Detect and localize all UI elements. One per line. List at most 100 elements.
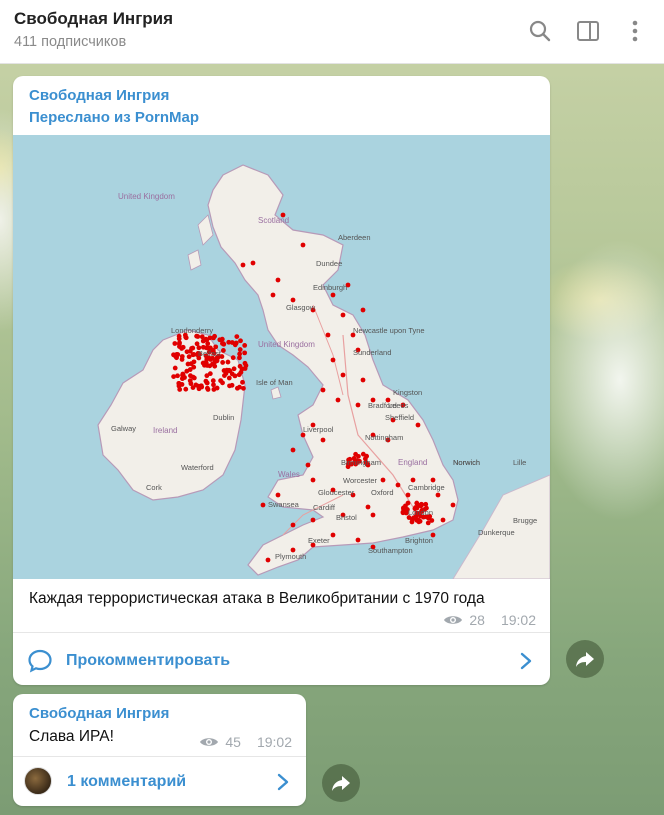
map-label: Leeds — [388, 401, 409, 410]
map-label: Belfast — [198, 349, 222, 358]
attack-dot — [211, 335, 216, 341]
attack-dot — [232, 373, 238, 379]
attack-dot — [414, 500, 420, 506]
attack-dot — [210, 361, 215, 367]
map-label: Brighton — [405, 536, 433, 545]
attack-dot — [179, 354, 185, 359]
search-icon[interactable] — [527, 18, 553, 44]
map-label: Birmingham — [341, 458, 381, 467]
attack-dot — [310, 477, 316, 483]
attack-dot — [199, 334, 205, 340]
attack-dot — [210, 378, 216, 384]
attached-map-image[interactable]: United Kingdom Scotland Aberdeen Dundee Edin… — [13, 135, 550, 579]
map-label: Wales — [278, 470, 300, 479]
attack-dot — [224, 367, 230, 373]
map-label: Swansea — [268, 500, 300, 509]
attack-dot — [410, 477, 416, 483]
attack-dot — [240, 379, 245, 385]
map-label: Waterford — [181, 463, 214, 472]
share-button[interactable] — [566, 640, 604, 678]
map-label: Galway — [111, 424, 136, 433]
attack-dot — [172, 365, 178, 371]
message-author[interactable]: Свободная Ингрия — [29, 705, 169, 722]
attack-dot — [450, 502, 456, 508]
attack-dot — [340, 312, 346, 318]
chevron-right-icon[interactable] — [275, 772, 291, 797]
map-label: Bristol — [336, 513, 357, 522]
more-vert-icon[interactable] — [622, 18, 648, 44]
attack-dot — [226, 375, 232, 381]
comment-label: 1 комментарий — [67, 773, 187, 790]
map-label: Plymouth — [275, 552, 306, 561]
attack-dot — [265, 557, 271, 563]
map-label: Sunderland — [353, 348, 391, 357]
map-label: Londonderry — [171, 326, 213, 335]
map-label: London — [408, 508, 433, 517]
map-label: United Kingdom — [258, 340, 315, 349]
channel-title[interactable]: Свободная Ингрия — [14, 9, 173, 29]
attack-dot — [204, 363, 210, 368]
chevron-right-icon[interactable] — [518, 651, 534, 676]
attack-dot — [227, 383, 232, 389]
share-icon — [576, 652, 594, 667]
comment-button[interactable]: 1 комментарий — [67, 773, 186, 791]
map-label: Dublin — [213, 413, 234, 422]
attack-dot — [335, 397, 341, 403]
map-label: Newcastle upon Tyne — [353, 326, 425, 335]
attack-dot — [172, 341, 178, 346]
map-label: Aberdeen — [338, 233, 371, 242]
attack-dot — [270, 292, 276, 298]
attack-dot — [180, 371, 186, 377]
attack-dot — [179, 382, 185, 387]
share-button[interactable] — [322, 764, 360, 802]
attack-dot — [360, 377, 366, 383]
attack-dot — [193, 382, 199, 388]
attack-dot — [177, 387, 183, 392]
attack-dot — [220, 348, 226, 353]
attack-dot — [237, 351, 243, 357]
message-bubble: Свободная Ингрия Слава ИРА! 45 19:02 1 к… — [13, 694, 306, 806]
chat-header: Свободная Ингрия 411 подписчиков — [0, 0, 664, 64]
comment-button[interactable]: Прокомментировать — [27, 648, 230, 674]
message-meta: 45 19:02 — [199, 734, 292, 750]
attack-dot — [175, 373, 180, 379]
attack-dot — [435, 492, 441, 498]
attack-dot — [290, 522, 296, 528]
map-label: Gloucester — [318, 488, 355, 497]
map-label: Dundee — [316, 259, 342, 268]
sidebar-toggle-icon[interactable] — [575, 18, 601, 44]
attack-dot — [310, 517, 316, 523]
map-label: Scotland — [258, 216, 289, 225]
attack-dot — [330, 292, 336, 298]
attack-dot — [220, 360, 226, 365]
attack-dot — [183, 386, 189, 392]
attack-dot — [174, 351, 180, 357]
map-label: Lille — [513, 458, 526, 467]
map-label: Cambridge — [408, 483, 445, 492]
attack-dot — [340, 372, 346, 378]
attack-dot — [177, 340, 182, 346]
eye-icon — [444, 616, 463, 624]
divider — [13, 756, 306, 757]
attack-dot — [207, 371, 213, 377]
attack-dot — [191, 351, 197, 357]
attack-dot — [325, 332, 331, 338]
map-label: Exeter — [308, 536, 330, 545]
attack-dot — [237, 384, 242, 390]
attack-dot — [218, 378, 224, 384]
attack-dot — [242, 360, 248, 366]
attack-dot — [240, 262, 246, 268]
attack-dot — [236, 372, 242, 378]
attack-dot — [250, 260, 256, 266]
message-bubble: Свободная Ингрия Переслано из PornMap Un… — [13, 76, 550, 685]
forwarded-from[interactable]: Переслано из PornMap — [29, 109, 199, 126]
attack-dot — [205, 341, 211, 347]
map-label: Dunkerque — [478, 528, 515, 537]
map-label: Liverpool — [303, 425, 334, 434]
attack-dot — [242, 343, 248, 348]
attack-dot — [204, 380, 210, 385]
attack-dot — [194, 341, 200, 347]
attack-dot — [400, 509, 406, 515]
attack-dot — [330, 357, 336, 363]
message-author[interactable]: Свободная Ингрия — [29, 87, 169, 104]
